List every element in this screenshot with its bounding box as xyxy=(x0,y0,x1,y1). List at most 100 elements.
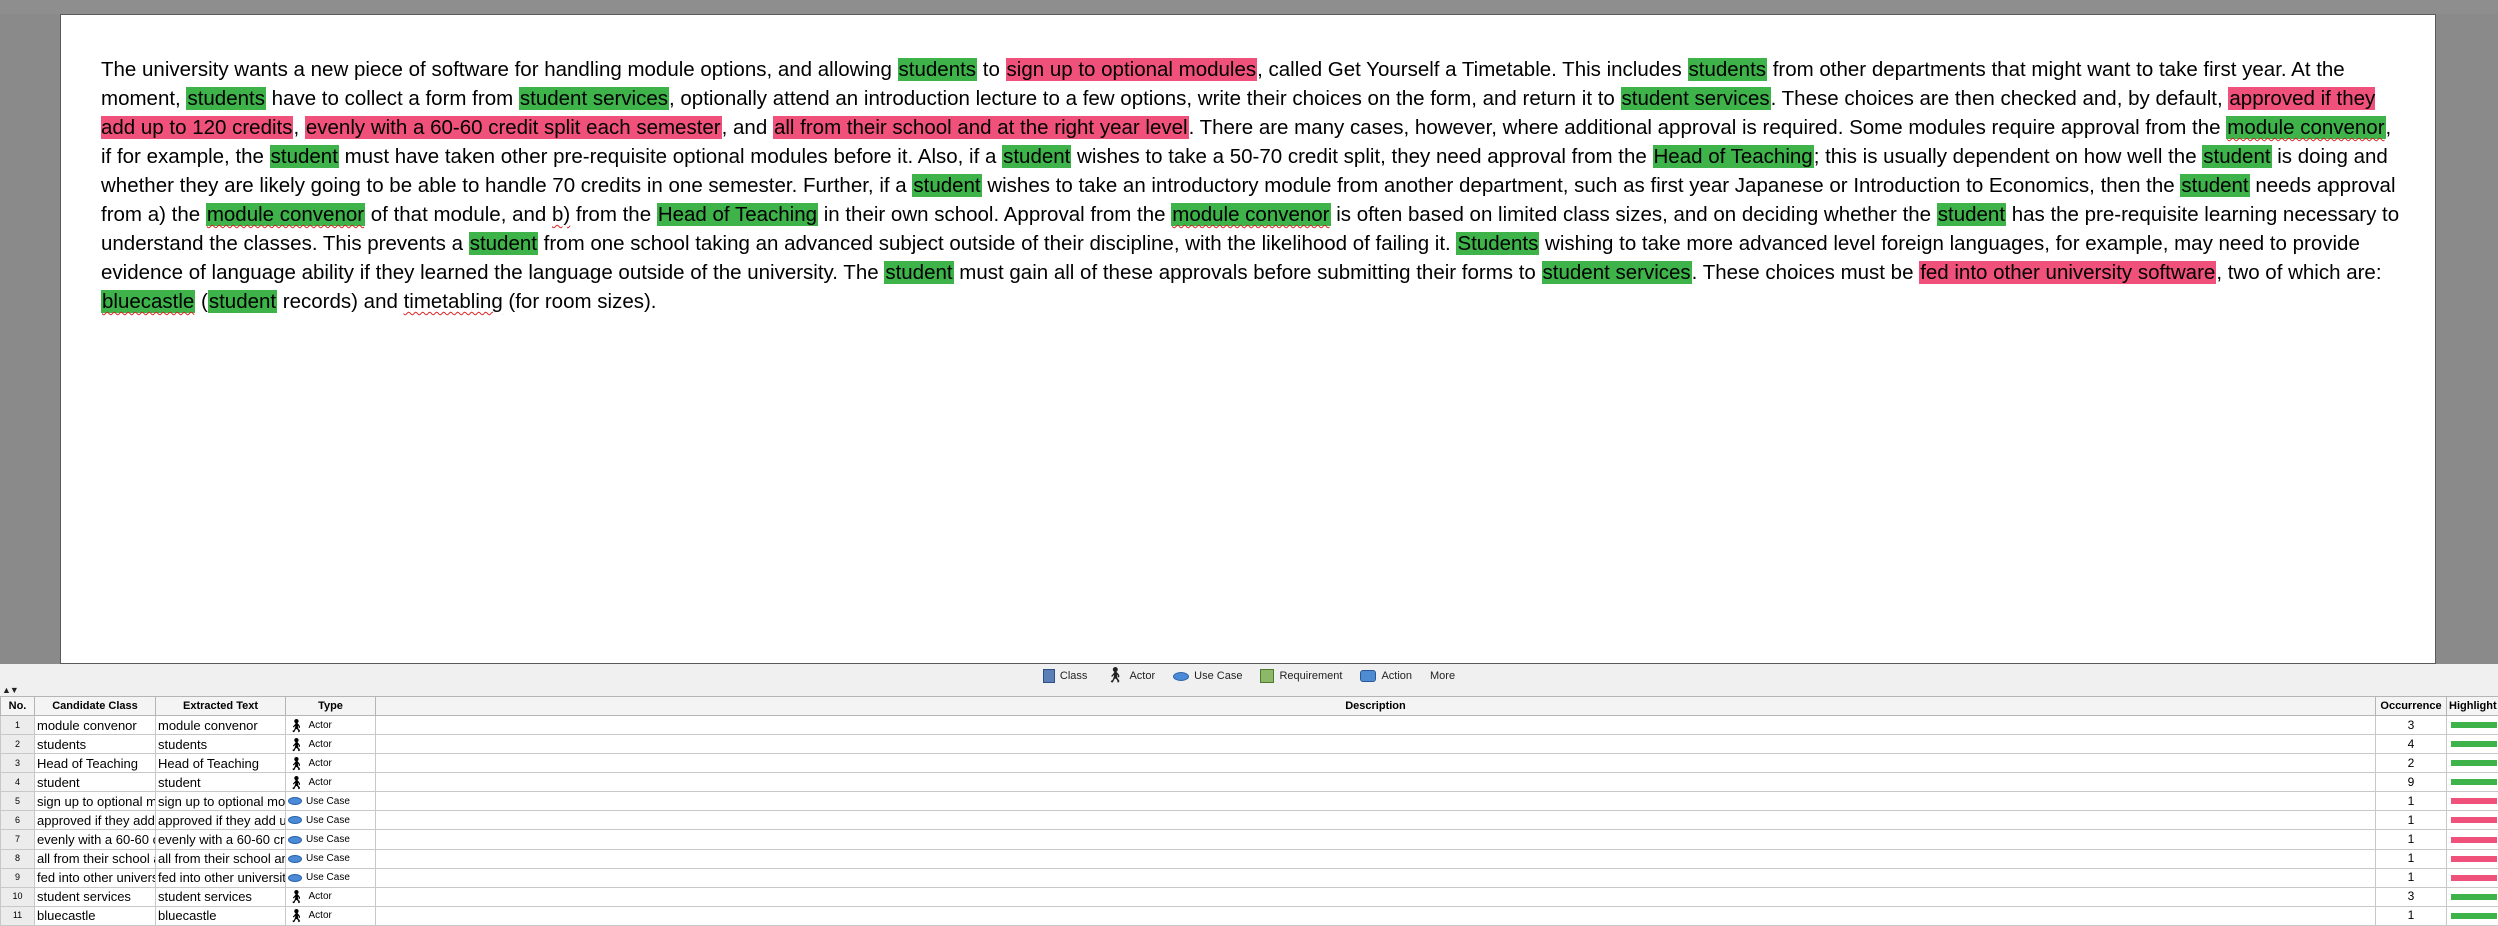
description-cell[interactable] xyxy=(375,886,2376,907)
highlight-cell[interactable] xyxy=(2446,714,2498,736)
candidate-class-cell[interactable]: student services xyxy=(34,886,156,907)
highlight-use-case[interactable]: evenly with a 60-60 credit split each se… xyxy=(304,116,722,139)
header-no[interactable]: No. xyxy=(0,696,35,716)
description-cell[interactable] xyxy=(375,772,2376,793)
header-highlight[interactable]: Highlight xyxy=(2446,696,2498,716)
legend-use-case[interactable]: Use Case xyxy=(1173,670,1242,682)
highlight-cell[interactable] xyxy=(2446,867,2498,888)
candidate-class-cell[interactable]: bluecastle xyxy=(34,905,156,926)
highlight-cell[interactable] xyxy=(2446,772,2498,793)
table-row[interactable]: 10 student services student services 🚶︎ Acto… xyxy=(0,886,2498,907)
candidate-class-cell[interactable]: fed into other university software xyxy=(34,867,156,888)
extracted-text-cell[interactable]: bluecastle xyxy=(155,905,286,926)
highlight-cell[interactable] xyxy=(2446,829,2498,850)
highlight-cell[interactable] xyxy=(2446,886,2498,907)
highlight-actor[interactable]: student services xyxy=(518,87,670,110)
highlight-actor[interactable]: student xyxy=(1002,145,1072,168)
collapse-toggle-icon[interactable]: ▲▼ xyxy=(2,686,19,695)
extracted-text-cell[interactable]: approved if they add up to 120 credits xyxy=(155,810,286,831)
type-cell[interactable]: 🚶︎ Actor xyxy=(285,753,376,774)
table-row[interactable]: 7evenly with a 60-60 credit split each s… xyxy=(0,829,2498,850)
highlight-actor[interactable]: student services xyxy=(1620,87,1771,110)
type-cell[interactable]: 🚶︎ Actor xyxy=(285,886,376,907)
highlight-actor[interactable]: student services xyxy=(1541,261,1692,284)
highlight-use-case[interactable]: fed into other university software xyxy=(1919,261,2217,284)
type-cell[interactable]: Use Case xyxy=(285,848,376,869)
header-candidate-class[interactable]: Candidate Class xyxy=(34,696,156,716)
extracted-text-cell[interactable]: fed into other university software xyxy=(155,867,286,888)
highlight-actor[interactable]: students xyxy=(1687,58,1768,81)
table-row[interactable]: 9fed into other university softwarefed i… xyxy=(0,867,2498,888)
table-row[interactable]: 4 student student 🚶︎ Actor 9 xyxy=(0,772,2498,793)
highlight-cell[interactable] xyxy=(2446,848,2498,869)
highlight-actor[interactable]: module convenor xyxy=(205,203,366,226)
type-cell[interactable]: 🚶︎ Actor xyxy=(285,714,376,736)
type-cell[interactable]: 🚶︎ Actor xyxy=(285,734,376,755)
type-cell[interactable]: 🚶︎ Actor xyxy=(285,905,376,926)
type-cell[interactable]: Use Case xyxy=(285,867,376,888)
type-cell[interactable]: 🚶︎ Actor xyxy=(285,772,376,793)
table-row[interactable]: 8all from their school and at the right … xyxy=(0,848,2498,869)
highlight-actor[interactable]: Students xyxy=(1456,232,1540,255)
description-cell[interactable] xyxy=(375,753,2376,774)
type-cell[interactable]: Use Case xyxy=(285,810,376,831)
candidate-class-cell[interactable]: students xyxy=(34,734,156,755)
highlight-actor[interactable]: student xyxy=(207,290,278,313)
candidate-class-cell[interactable]: approved if they add up to 120 credits xyxy=(34,810,156,831)
table-row[interactable]: 3 Head of Teaching Head of Teaching 🚶︎ Actor… xyxy=(0,753,2498,774)
highlight-cell[interactable] xyxy=(2446,905,2498,926)
extracted-text-cell[interactable]: Head of Teaching xyxy=(155,753,286,774)
description-cell[interactable] xyxy=(375,905,2376,926)
document-page[interactable]: The university wants a new piece of soft… xyxy=(60,14,2436,664)
legend-class[interactable]: Class xyxy=(1042,669,1087,683)
highlight-cell[interactable] xyxy=(2446,734,2498,755)
highlight-actor[interactable]: students xyxy=(897,58,978,81)
description-cell[interactable] xyxy=(375,810,2376,831)
description-cell[interactable] xyxy=(375,848,2376,869)
legend-action[interactable]: Action xyxy=(1360,670,1412,682)
candidate-class-cell[interactable]: student xyxy=(34,772,156,793)
requirements-text[interactable]: The university wants a new piece of soft… xyxy=(101,55,2401,316)
highlight-actor[interactable]: student xyxy=(2202,145,2272,168)
candidate-class-cell[interactable]: Head of Teaching xyxy=(34,753,156,774)
legend-more[interactable]: More xyxy=(1430,670,1455,682)
highlight-use-case[interactable]: all from their school and at the right y… xyxy=(772,116,1189,139)
extracted-text-cell[interactable]: module convenor xyxy=(155,714,286,736)
highlight-actor[interactable]: module convenor xyxy=(2226,116,2386,139)
candidate-class-cell[interactable]: all from their school and at the right y… xyxy=(34,848,156,869)
header-occurrence[interactable]: Occurrence xyxy=(2375,696,2447,716)
highlight-actor[interactable]: student xyxy=(468,232,538,255)
extracted-text-cell[interactable]: student xyxy=(155,772,286,793)
highlight-actor[interactable]: Head of Teaching xyxy=(656,203,818,226)
candidate-class-cell[interactable]: module convenor xyxy=(34,714,156,736)
highlight-actor[interactable]: module convenor xyxy=(1171,203,1331,226)
extracted-text-cell[interactable]: sign up to optional modules xyxy=(155,791,286,812)
extracted-text-cell[interactable]: student services xyxy=(155,886,286,907)
candidate-class-cell[interactable]: sign up to optional modules xyxy=(34,791,156,812)
extracted-text-cell[interactable]: evenly with a 60-60 credit split each se… xyxy=(155,829,286,850)
description-cell[interactable] xyxy=(375,829,2376,850)
highlight-actor[interactable]: bluecastle xyxy=(101,290,196,313)
extracted-text-cell[interactable]: all from their school and at the right y… xyxy=(155,848,286,869)
header-description[interactable]: Description xyxy=(375,696,2376,716)
table-row[interactable]: 11 bluecastle bluecastle 🚶︎ Actor 1 xyxy=(0,905,2498,926)
description-cell[interactable] xyxy=(375,734,2376,755)
highlight-actor[interactable]: student xyxy=(912,174,982,197)
legend-actor[interactable]: 🚶︎ Actor xyxy=(1105,668,1155,683)
table-row[interactable]: 1 module convenor module convenor 🚶︎ Actor 3 xyxy=(0,714,2498,736)
description-cell[interactable] xyxy=(375,791,2376,812)
header-extracted-text[interactable]: Extracted Text xyxy=(155,696,286,716)
highlight-actor[interactable]: student xyxy=(269,145,339,168)
highlight-cell[interactable] xyxy=(2446,791,2498,812)
header-type[interactable]: Type xyxy=(285,696,376,716)
highlight-actor[interactable]: student xyxy=(2180,174,2250,197)
legend-requirement[interactable]: Requirement xyxy=(1260,669,1342,683)
type-cell[interactable]: Use Case xyxy=(285,791,376,812)
description-cell[interactable] xyxy=(375,714,2376,736)
highlight-cell[interactable] xyxy=(2446,810,2498,831)
candidate-class-cell[interactable]: evenly with a 60-60 credit split each se… xyxy=(34,829,156,850)
table-row[interactable]: 6approved if they add up to 120 creditsa… xyxy=(0,810,2498,831)
table-row[interactable]: 2 students students 🚶︎ Actor 4 xyxy=(0,734,2498,755)
extracted-text-cell[interactable]: students xyxy=(155,734,286,755)
highlight-actor[interactable]: students xyxy=(186,87,266,110)
